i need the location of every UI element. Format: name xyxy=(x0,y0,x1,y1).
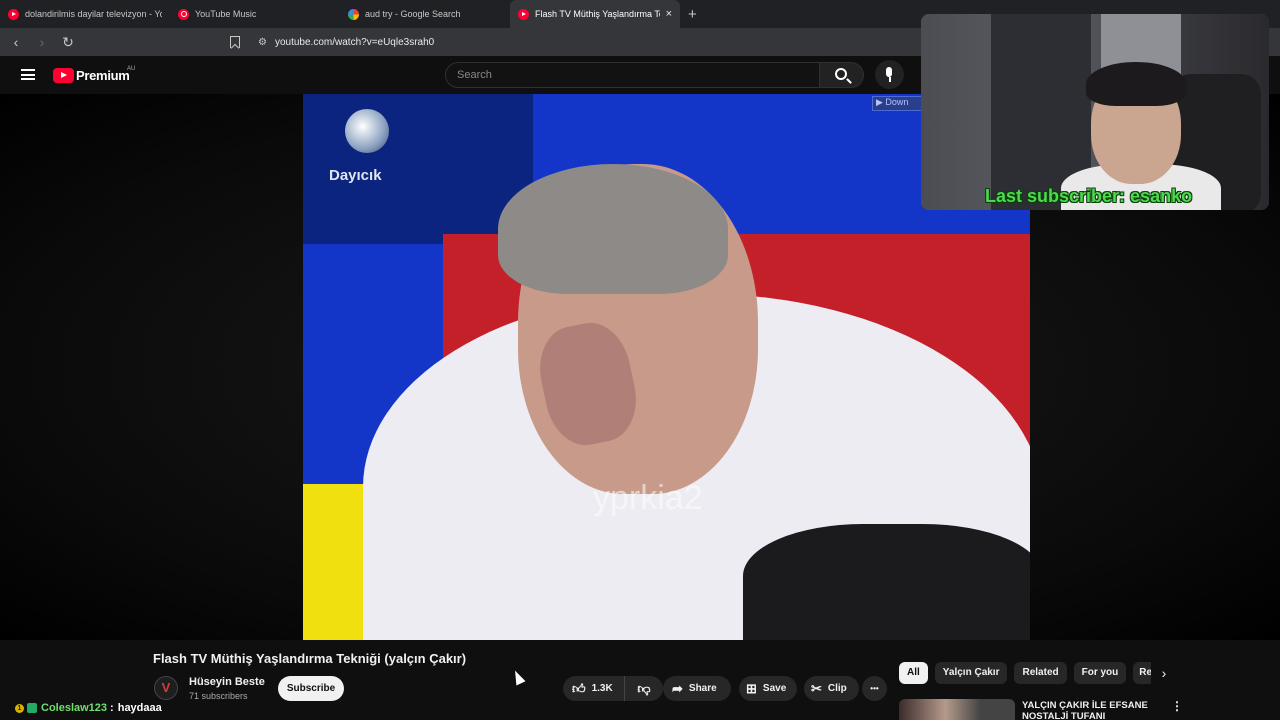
last-subscriber-text: Last subscriber: esanko xyxy=(985,186,1193,206)
youtube-logo-icon[interactable] xyxy=(53,68,74,83)
video-subject-hair xyxy=(498,164,728,294)
screen: dolandirilmis dayilar televizyon - You Y… xyxy=(0,0,1280,720)
region-code: AU xyxy=(127,66,136,72)
like-button[interactable]: 👍︎ 1.3K xyxy=(563,676,625,701)
channel-logo-icon xyxy=(345,109,389,153)
chat-username: Coleslaw123 xyxy=(41,702,108,714)
streamer-hair xyxy=(1086,62,1186,106)
google-icon xyxy=(348,8,359,20)
search-icon xyxy=(835,68,847,80)
chip-all[interactable]: All xyxy=(899,662,928,684)
video-thumbnail[interactable] xyxy=(899,699,1015,720)
download-button[interactable]: ▶ Down xyxy=(872,96,922,111)
chat-message: 1 Coleslaw123 : haydaaa xyxy=(15,702,162,714)
recommended-video-title[interactable]: YALÇIN ÇAKIR İLE EFSANE NOSTALJİ TUFANI xyxy=(1022,700,1152,720)
tab-title: Flash TV Müthiş Yaşlandırma Tek xyxy=(535,9,660,19)
save-button[interactable]: ⊞ Save xyxy=(739,676,797,701)
youtube-icon xyxy=(8,8,19,20)
chat-separator: : xyxy=(110,702,114,714)
video-watermark: yprkia2 xyxy=(593,479,703,517)
bookmark-icon[interactable] xyxy=(230,36,240,48)
tab-title: YouTube Music xyxy=(195,9,257,19)
channel-avatar[interactable]: V xyxy=(154,676,178,700)
clip-button[interactable]: ✂ Clip xyxy=(804,676,859,701)
back-icon[interactable]: ‹ xyxy=(6,34,26,50)
like-count: 1.3K xyxy=(591,683,613,694)
more-actions-button[interactable]: ••• xyxy=(862,676,887,701)
voice-search-icon[interactable] xyxy=(875,60,904,89)
subscribe-button[interactable]: Subscribe xyxy=(278,676,344,701)
more-icon: ••• xyxy=(870,684,879,693)
more-vert-icon[interactable]: ⋮ xyxy=(1171,699,1183,713)
clip-label: Clip xyxy=(827,683,847,694)
share-icon: ➦ xyxy=(672,680,683,696)
reload-icon[interactable]: ↻ xyxy=(58,34,78,51)
browser-tab[interactable]: aud try - Google Search xyxy=(340,0,510,28)
channel-name[interactable]: Hüseyin Beste xyxy=(189,676,265,688)
mouse-cursor-icon xyxy=(510,668,526,686)
close-tab-icon[interactable]: × xyxy=(666,8,672,20)
search-input[interactable]: Search xyxy=(445,62,820,88)
dislike-button[interactable]: 👎︎ xyxy=(625,681,663,697)
tab-title: dolandirilmis dayilar televizyon - You xyxy=(25,9,162,19)
chip-related[interactable]: Related xyxy=(1014,662,1067,684)
thumbs-down-icon: 👎︎ xyxy=(637,680,651,696)
like-dislike-group: 👍︎ 1.3K 👎︎ xyxy=(563,676,663,701)
video-title: Flash TV Müthiş Yaşlandırma Tekniği (yal… xyxy=(153,651,467,666)
youtube-icon xyxy=(518,8,529,20)
save-icon: ⊞ xyxy=(746,680,757,696)
filter-chips: All Yalçın Çakır Related For you Rec xyxy=(899,662,1158,684)
tab-title: aud try - Google Search xyxy=(365,9,461,19)
new-tab-button[interactable]: + xyxy=(688,6,697,23)
youtube-music-icon xyxy=(178,8,189,20)
menu-icon[interactable] xyxy=(21,69,35,80)
browser-tab[interactable]: dolandirilmis dayilar televizyon - You xyxy=(0,0,170,28)
share-button[interactable]: ➦ Share xyxy=(663,676,731,701)
scissors-icon: ✂ xyxy=(811,680,822,696)
address-bar[interactable]: ⚙ youtube.com/watch?v=eUqle3srah0 xyxy=(230,31,930,53)
chip-recent[interactable]: Rec xyxy=(1133,662,1152,684)
tv-channel-name: Dayıcık xyxy=(329,167,382,184)
url-text[interactable]: youtube.com/watch?v=eUqle3srah0 xyxy=(275,37,434,48)
forward-icon[interactable]: › xyxy=(32,34,52,50)
site-info-icon[interactable]: ⚙ xyxy=(258,37,267,48)
save-label: Save xyxy=(762,683,787,694)
youtube-brand[interactable]: Premium xyxy=(76,68,130,83)
chip-yalcin-cakir[interactable]: Yalçın Çakır xyxy=(934,662,1008,684)
chip-for-you[interactable]: For you xyxy=(1073,662,1127,684)
video-desk xyxy=(743,524,1030,640)
thumbs-up-icon: 👍︎ xyxy=(572,680,586,696)
subscriber-badge-icon xyxy=(27,703,37,713)
browser-tab-active[interactable]: Flash TV Müthiş Yaşlandırma Tek × xyxy=(510,0,680,28)
recommended-video[interactable]: YALÇIN ÇAKIR İLE EFSANE NOSTALJİ TUFANI … xyxy=(899,697,1279,720)
chat-text: haydaaa xyxy=(117,702,162,714)
share-label: Share xyxy=(688,683,717,694)
webcam-overlay: Last subscriber: esanko xyxy=(921,14,1269,210)
tv-channel-logo: Dayıcık xyxy=(325,109,410,204)
subscriber-count: 71 subscribers xyxy=(189,691,248,701)
browser-tab[interactable]: YouTube Music xyxy=(170,0,340,28)
search-button[interactable] xyxy=(820,62,864,88)
chevron-right-icon[interactable]: › xyxy=(1155,662,1173,684)
chat-badge-icon: 1 xyxy=(15,703,24,713)
